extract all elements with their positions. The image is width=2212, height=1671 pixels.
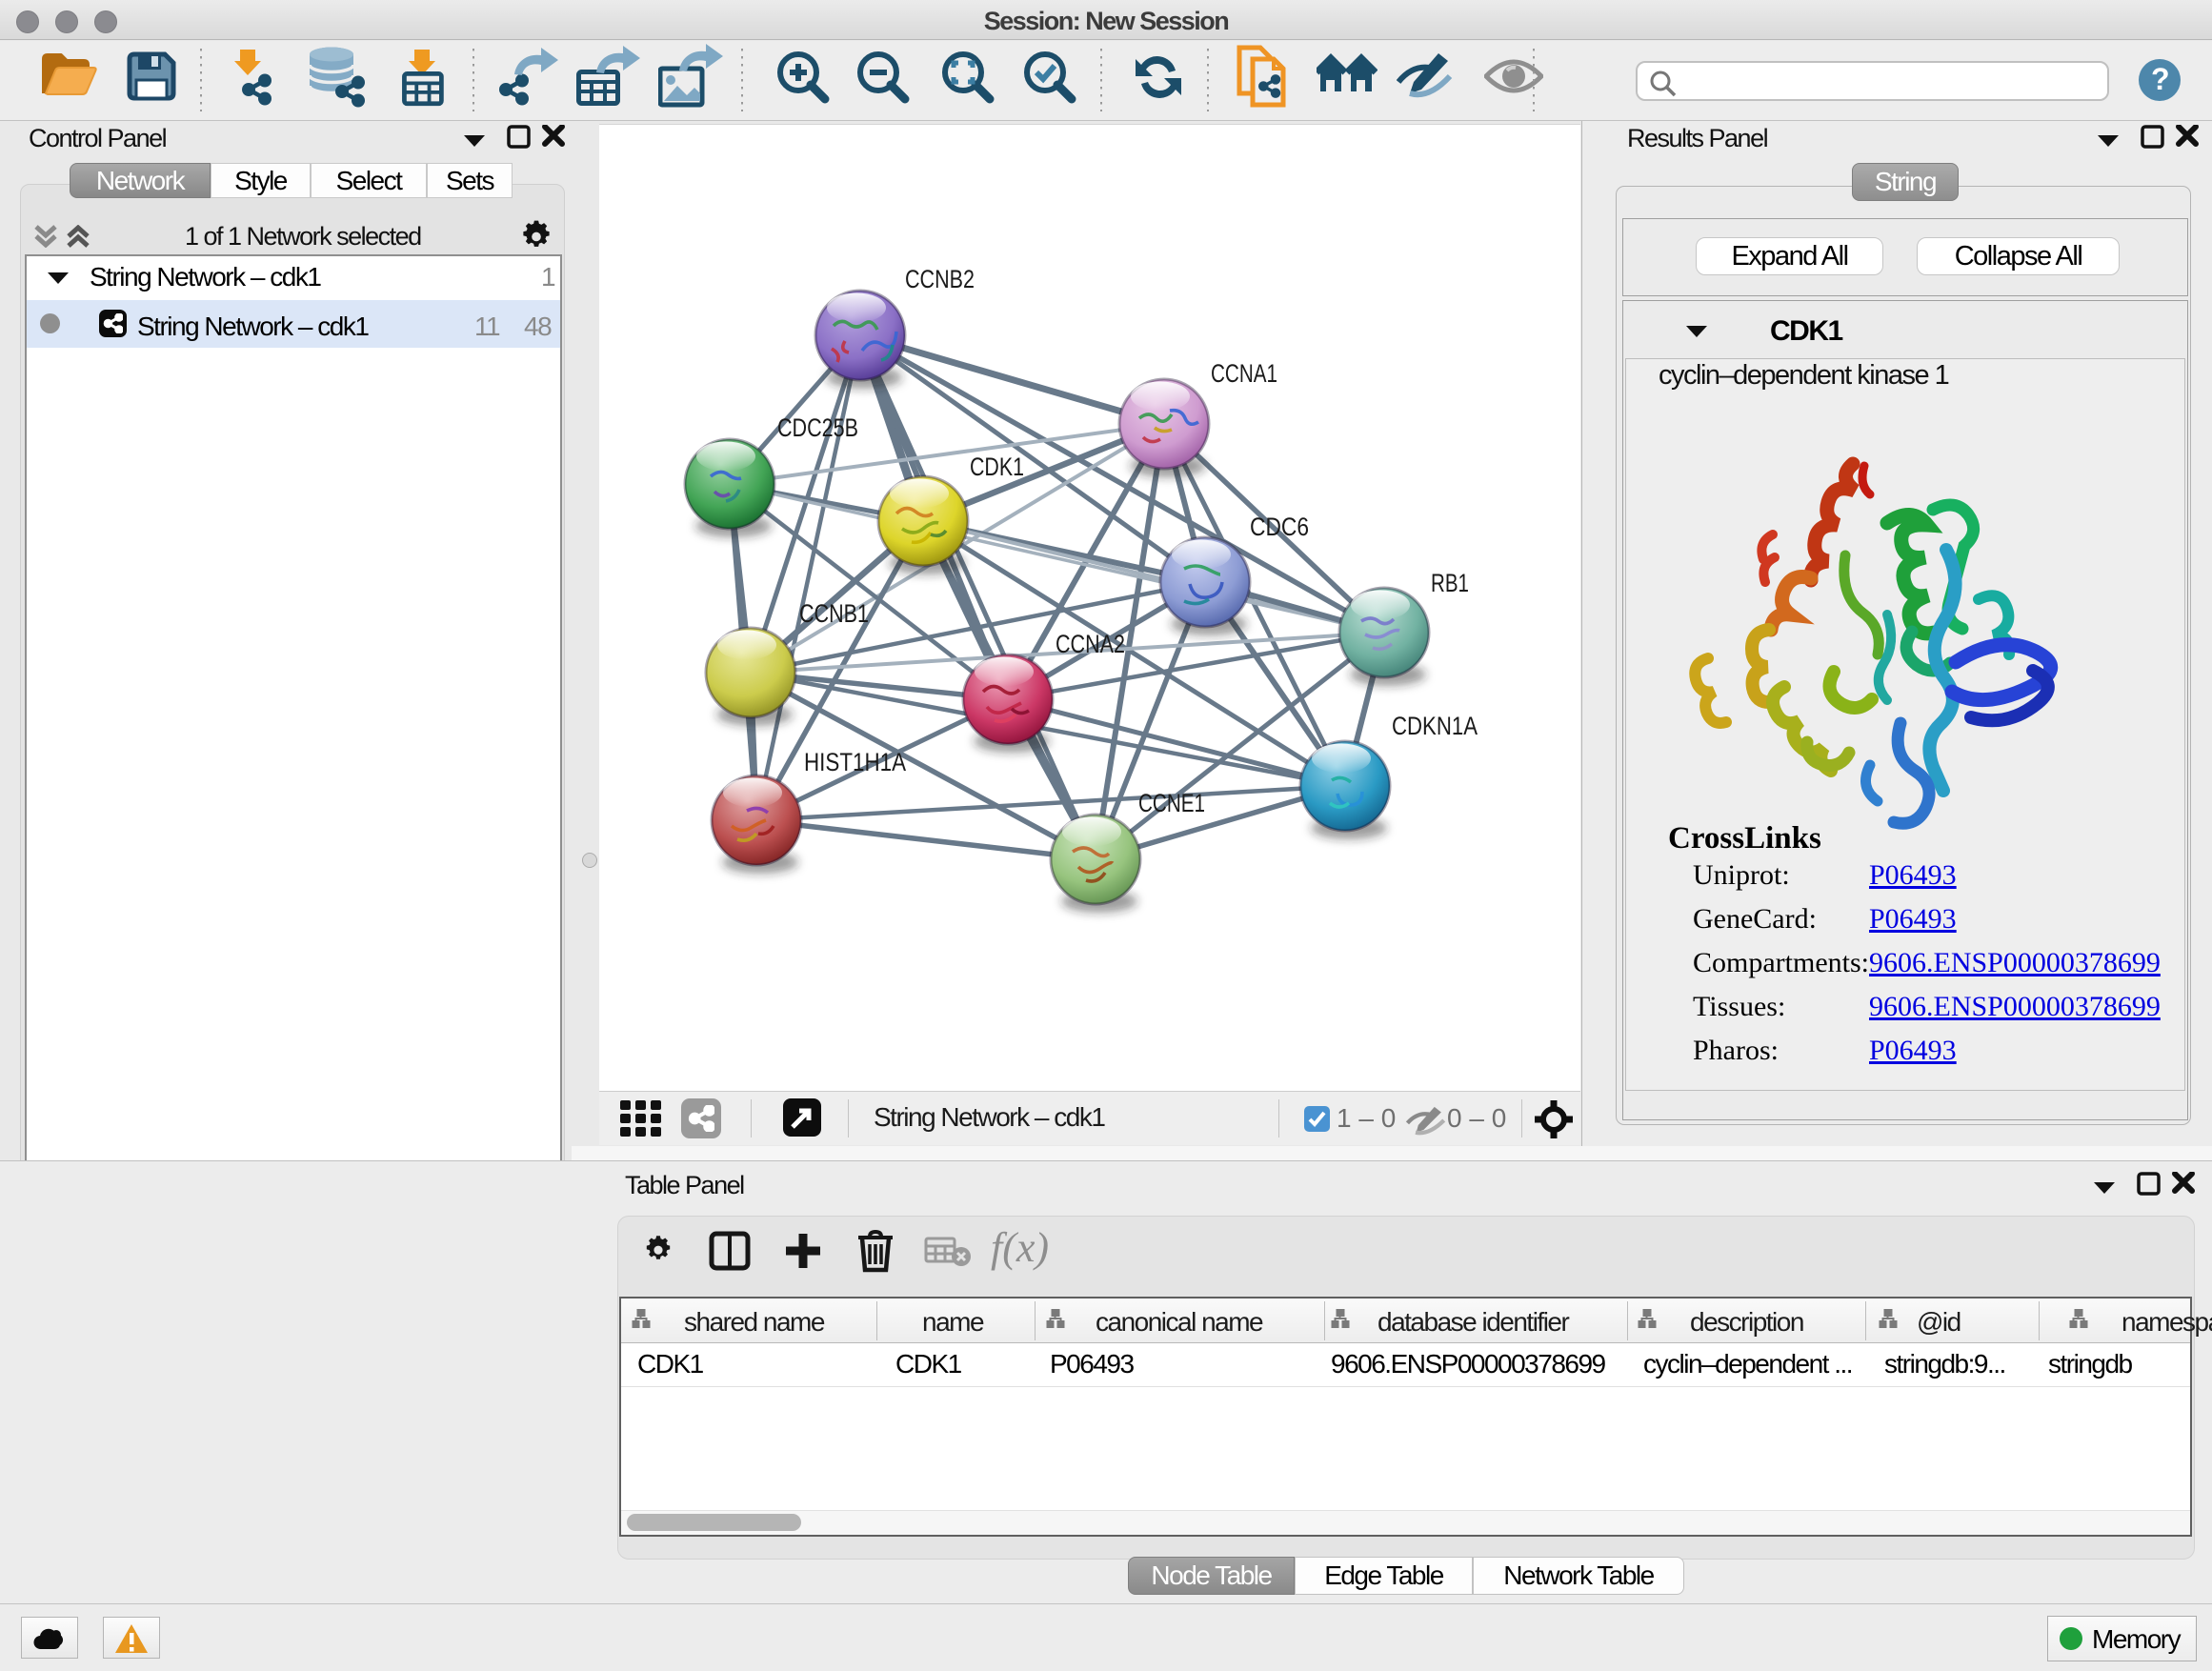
svg-text:CCNA2: CCNA2 (1056, 630, 1125, 658)
svg-text:?: ? (2151, 62, 2168, 96)
svg-text:CCNB2: CCNB2 (905, 265, 975, 293)
svg-text:CDC6: CDC6 (1250, 513, 1309, 541)
svg-text:CDKN1A: CDKN1A (1392, 712, 1478, 740)
svg-text:CDK1: CDK1 (970, 453, 1024, 481)
svg-text:HIST1H1A: HIST1H1A (804, 748, 906, 776)
svg-text:RB1: RB1 (1431, 569, 1469, 597)
svg-text:CCNE1: CCNE1 (1138, 789, 1205, 817)
svg-text:CCNB1: CCNB1 (799, 599, 869, 628)
svg-text:CCNA1: CCNA1 (1211, 359, 1277, 388)
svg-text:CDC25B: CDC25B (777, 413, 858, 442)
